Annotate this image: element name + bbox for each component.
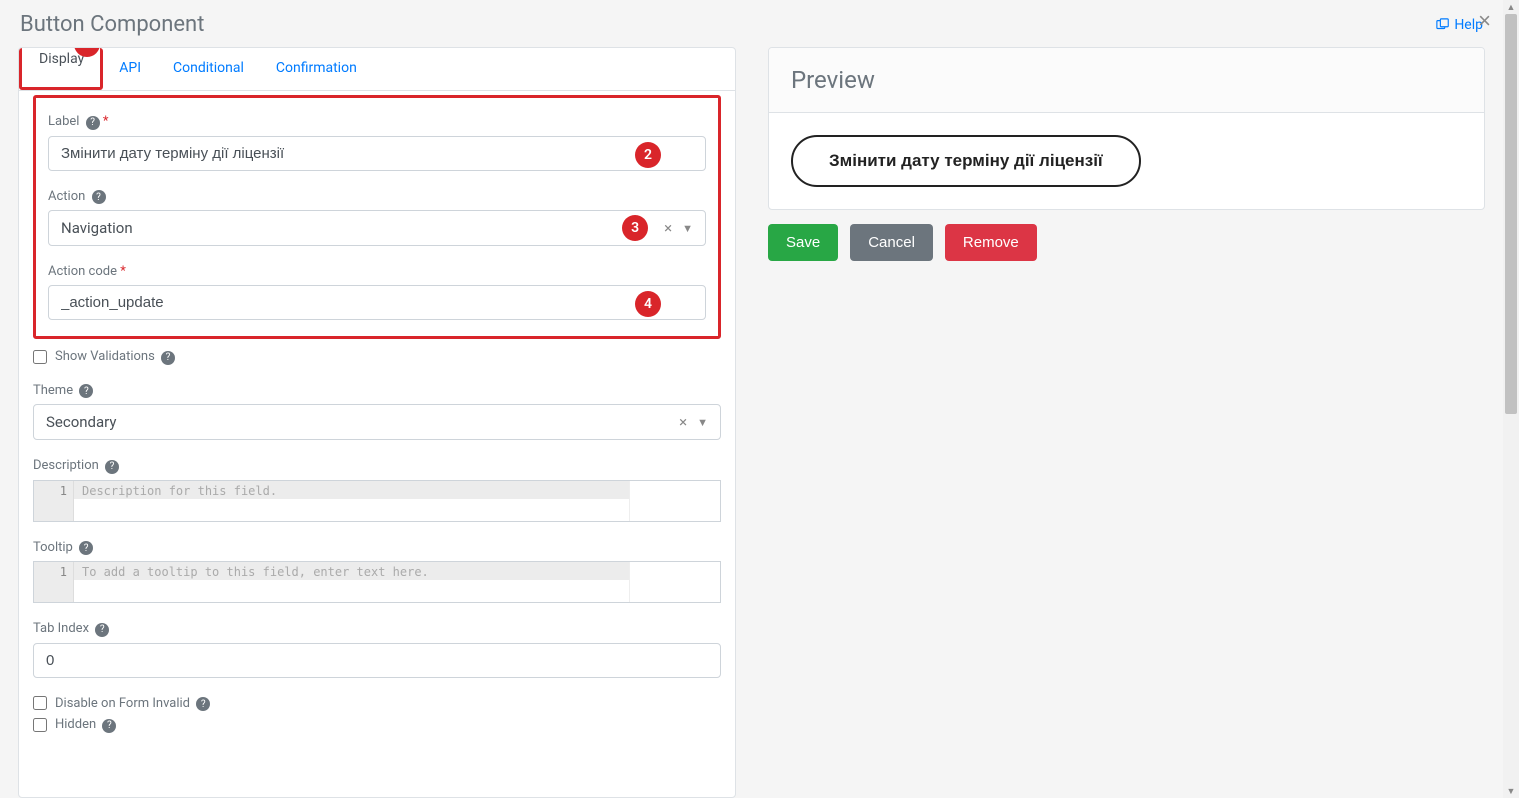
theme-caption: Theme ? bbox=[33, 383, 721, 399]
scroll-up-icon[interactable]: ▲ bbox=[1503, 0, 1519, 14]
disable-invalid-checkbox[interactable] bbox=[33, 696, 47, 710]
modal-header: Button Component Help bbox=[0, 0, 1503, 47]
close-icon[interactable]: × bbox=[1478, 10, 1491, 32]
badge-2: 2 bbox=[635, 142, 661, 168]
scroll-down-icon[interactable]: ▼ bbox=[1503, 784, 1519, 798]
label-caption: Label ? * bbox=[48, 114, 706, 130]
help-icon[interactable]: ? bbox=[79, 384, 93, 398]
show-validations-label: Show Validations ? bbox=[55, 349, 175, 365]
scroll-thumb[interactable] bbox=[1505, 14, 1517, 414]
chevron-down-icon[interactable]: ▼ bbox=[693, 416, 720, 429]
help-icon[interactable]: ? bbox=[196, 697, 210, 711]
help-icon[interactable]: ? bbox=[86, 116, 100, 130]
field-action-code: Action code * 4 bbox=[48, 264, 706, 320]
tab-conditional[interactable]: Conditional bbox=[157, 48, 260, 90]
tab-index-input[interactable] bbox=[33, 643, 721, 678]
highlight-box: Label ? * 2 Action ? bbox=[33, 95, 721, 339]
preview-body: Змінити дату терміну дії ліцензії bbox=[769, 113, 1484, 209]
tabs: 1 Display API Conditional Confirmation bbox=[19, 48, 735, 91]
field-theme: Theme ? Secondary × ▼ bbox=[33, 383, 721, 441]
preview-header: Preview bbox=[769, 48, 1484, 113]
field-tooltip: Tooltip ? 1 To add a tooltip to this fie… bbox=[33, 540, 721, 604]
description-editor[interactable]: 1 Description for this field. bbox=[33, 480, 721, 522]
tooltip-caption: Tooltip ? bbox=[33, 540, 721, 556]
action-code-input[interactable] bbox=[48, 285, 706, 320]
help-icon[interactable]: ? bbox=[102, 719, 116, 733]
description-caption: Description ? bbox=[33, 458, 721, 474]
clear-icon[interactable]: × bbox=[658, 219, 678, 237]
component-modal: × Button Component Help 1 Display API Co… bbox=[0, 0, 1503, 798]
label-input[interactable] bbox=[48, 136, 706, 171]
tab-index-caption: Tab Index ? bbox=[33, 621, 721, 637]
action-code-caption: Action code * bbox=[48, 264, 706, 279]
field-tab-index: Tab Index ? bbox=[33, 621, 721, 678]
theme-select[interactable]: Secondary × ▼ bbox=[33, 404, 721, 440]
show-validations-row: Show Validations ? bbox=[33, 349, 721, 365]
scrollbar[interactable]: ▲ ▼ bbox=[1503, 0, 1519, 798]
form-panel: 1 Display API Conditional Confirmation L… bbox=[18, 47, 736, 798]
tab-api[interactable]: API bbox=[103, 48, 157, 90]
help-icon[interactable]: ? bbox=[92, 190, 106, 204]
field-action: Action ? Navigation 3 × ▼ bbox=[48, 189, 706, 247]
right-panel: Preview Змінити дату терміну дії ліцензі… bbox=[768, 47, 1485, 798]
tab-confirmation[interactable]: Confirmation bbox=[260, 48, 373, 90]
chevron-down-icon[interactable]: ▼ bbox=[678, 222, 705, 235]
help-icon[interactable]: ? bbox=[161, 351, 175, 365]
action-caption: Action ? bbox=[48, 189, 706, 205]
preview-button[interactable]: Змінити дату терміну дії ліцензії bbox=[791, 135, 1141, 187]
save-button[interactable]: Save bbox=[768, 224, 838, 261]
tooltip-editor[interactable]: 1 To add a tooltip to this field, enter … bbox=[33, 561, 721, 603]
action-buttons: Save Cancel Remove bbox=[768, 224, 1485, 261]
clear-icon[interactable]: × bbox=[673, 413, 693, 431]
action-select[interactable]: Navigation 3 × ▼ bbox=[48, 210, 706, 246]
hidden-row: Hidden ? bbox=[33, 717, 721, 733]
help-icon[interactable]: ? bbox=[79, 541, 93, 555]
disable-invalid-label: Disable on Form Invalid ? bbox=[55, 696, 210, 712]
form-content: Label ? * 2 Action ? bbox=[19, 91, 735, 797]
hidden-checkbox[interactable] bbox=[33, 718, 47, 732]
preview-card: Preview Змінити дату терміну дії ліцензі… bbox=[768, 47, 1485, 210]
badge-4: 4 bbox=[635, 291, 661, 317]
remove-button[interactable]: Remove bbox=[945, 224, 1037, 261]
help-icon bbox=[1436, 18, 1450, 32]
preview-title: Preview bbox=[791, 66, 1462, 94]
field-description: Description ? 1 Description for this fie… bbox=[33, 458, 721, 522]
help-icon[interactable]: ? bbox=[95, 623, 109, 637]
cancel-button[interactable]: Cancel bbox=[850, 224, 933, 261]
help-link[interactable]: Help bbox=[1436, 17, 1483, 33]
show-validations-checkbox[interactable] bbox=[33, 350, 47, 364]
hidden-label: Hidden ? bbox=[55, 717, 116, 733]
modal-title: Button Component bbox=[20, 12, 204, 37]
badge-3: 3 bbox=[622, 215, 648, 241]
field-label: Label ? * 2 bbox=[48, 114, 706, 171]
help-icon[interactable]: ? bbox=[105, 460, 119, 474]
disable-invalid-row: Disable on Form Invalid ? bbox=[33, 696, 721, 712]
